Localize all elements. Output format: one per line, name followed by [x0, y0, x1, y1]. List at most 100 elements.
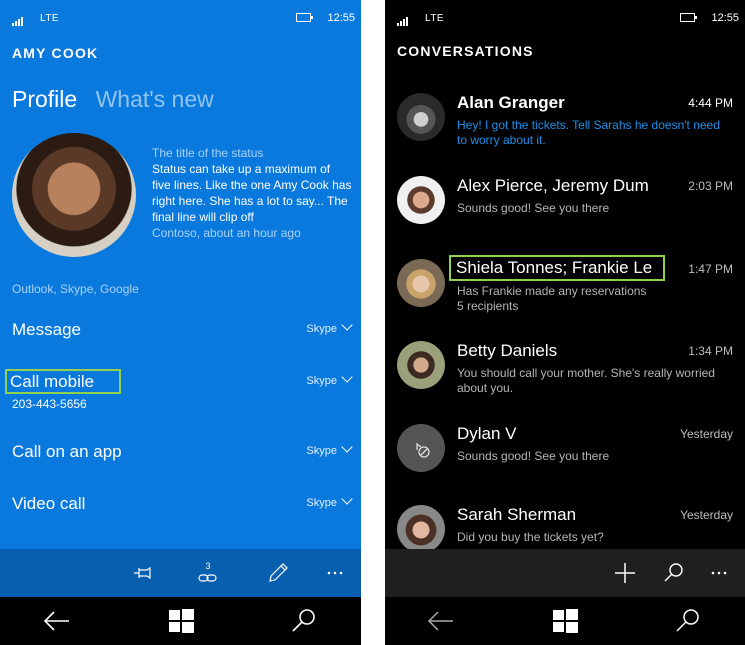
tab-profile[interactable]: Profile: [12, 86, 77, 112]
conversation-name: Betty Daniels: [457, 341, 558, 360]
conversation-time: 2:03 PM: [688, 179, 733, 193]
avatar: [397, 93, 445, 141]
phone-number: 203-443-5656: [12, 397, 87, 411]
signal-icon: [397, 14, 409, 26]
service-selector[interactable]: Skype: [306, 319, 353, 335]
chevron-down-icon: [341, 371, 353, 383]
windows-logo-icon: [169, 609, 194, 633]
contact-name-header: AMY COOK: [12, 45, 99, 61]
network-type: LTE: [425, 13, 445, 24]
contact-photo-avatar: [12, 133, 136, 257]
link-icon: [198, 574, 217, 582]
search-icon: [664, 563, 683, 582]
status-body: Status can take up a maximum of five lin…: [152, 162, 352, 224]
status-time: 12:55: [327, 12, 355, 24]
no-photo-icon: [416, 442, 430, 458]
search-button[interactable]: [657, 597, 717, 645]
chevron-down-icon: [341, 493, 353, 505]
search-button[interactable]: [653, 549, 693, 597]
conversation-time: 4:44 PM: [688, 96, 733, 110]
avatar: [397, 505, 445, 553]
app-bar: [385, 549, 745, 597]
page-title: CONVERSATIONS: [397, 43, 534, 59]
conversation-item[interactable]: Alan Granger 4:44 PM Hey! I got the tick…: [385, 93, 745, 173]
conversation-name: Alex Pierce, Jeremy Dum: [457, 176, 649, 195]
more-dots-icon: [327, 571, 343, 575]
conversation-item[interactable]: Alex Pierce, Jeremy Dum 2:03 PM Sounds g…: [385, 176, 745, 256]
conversation-name: Alan Granger: [457, 93, 565, 112]
conversation-time: 1:34 PM: [688, 344, 733, 358]
conversation-item[interactable]: Dylan V Yesterday Sounds good! See you t…: [385, 424, 745, 504]
start-button[interactable]: [535, 597, 595, 645]
search-icon: [676, 609, 699, 632]
action-video-call[interactable]: Video call Skype: [12, 493, 353, 514]
tab-whats-new[interactable]: What's new: [96, 86, 214, 112]
link-button[interactable]: 3: [188, 549, 228, 597]
service-selector[interactable]: Skype: [306, 371, 353, 387]
more-dots-icon: [711, 571, 727, 575]
edit-button[interactable]: [258, 549, 298, 597]
plus-icon: [615, 563, 635, 583]
back-button[interactable]: [27, 597, 87, 645]
system-nav-bar: [385, 597, 745, 645]
action-label: Message: [12, 320, 81, 339]
action-call-mobile[interactable]: Call mobile Skype 203-443-5656: [4, 369, 353, 411]
service-selector[interactable]: Skype: [306, 441, 353, 457]
conversation-time: 1:47 PM: [688, 262, 733, 276]
contact-profile-screen: LTE 12:55 AMY COOK Profile What's new Th…: [0, 0, 361, 645]
battery-icon: [296, 13, 313, 22]
pivot-tabs: Profile What's new: [12, 86, 226, 113]
avatar: [397, 424, 445, 472]
start-button[interactable]: [151, 597, 211, 645]
conversation-preview: You should call your mother. She's reall…: [457, 366, 715, 395]
new-conversation-button[interactable]: [605, 549, 645, 597]
avatar: [397, 176, 445, 224]
status-bar: LTE 12:55: [0, 0, 361, 38]
battery-icon: [680, 13, 697, 22]
back-arrow-icon: [43, 611, 69, 631]
status-bar: LTE 12:55: [385, 0, 745, 38]
conversation-name: Shiela Tonnes; Frankie Le: [448, 255, 666, 281]
network-type: LTE: [40, 13, 60, 24]
conversation-name: Sarah Sherman: [457, 505, 577, 524]
search-button[interactable]: [273, 597, 333, 645]
conversation-preview: Sounds good! See you there: [457, 201, 610, 215]
conversation-preview: Has Frankie made any reservations 5 reci…: [457, 284, 725, 314]
back-arrow-icon: [427, 611, 453, 631]
action-label: Call mobile: [4, 369, 122, 394]
link-count-badge: 3: [205, 561, 211, 571]
status-time: 12:55: [711, 12, 739, 24]
service-selector[interactable]: Skype: [306, 493, 353, 509]
more-button[interactable]: [315, 549, 355, 597]
search-icon: [292, 609, 315, 632]
back-button[interactable]: [411, 597, 471, 645]
conversation-name: Dylan V: [457, 424, 517, 443]
status-title: The title of the status: [152, 146, 264, 160]
chevron-down-icon: [341, 441, 353, 453]
chevron-down-icon: [341, 319, 353, 331]
conversation-item[interactable]: Shiela Tonnes; Frankie Le 1:47 PM Has Fr…: [385, 255, 745, 339]
action-message[interactable]: Message Skype: [12, 319, 353, 340]
pencil-icon: [269, 563, 288, 582]
avatar: [397, 259, 445, 307]
conversation-time: Yesterday: [680, 508, 733, 522]
avatar: [397, 341, 445, 389]
conversation-preview: Sounds good! See you there: [457, 449, 610, 463]
conversation-preview: Did you buy the tickets yet?: [457, 530, 604, 544]
pin-icon: [134, 566, 151, 580]
pin-button[interactable]: [122, 549, 162, 597]
signal-icon: [12, 14, 24, 26]
recipient-count: 5 recipients: [457, 299, 519, 313]
app-bar: 3: [0, 549, 361, 597]
action-label: Video call: [12, 494, 86, 513]
conversation-preview: Hey! I got the tickets. Tell Sarahs he d…: [457, 118, 720, 147]
conversations-screen: LTE 12:55 CONVERSATIONS Alan Granger 4:4…: [385, 0, 745, 645]
linked-accounts-label: Outlook, Skype, Google: [12, 282, 139, 296]
status-update: The title of the status Status can take …: [152, 145, 352, 241]
windows-logo-icon: [553, 609, 578, 633]
status-meta: Contoso, about an hour ago: [152, 226, 301, 240]
conversation-item[interactable]: Betty Daniels 1:34 PM You should call yo…: [385, 341, 745, 421]
conversation-time: Yesterday: [680, 427, 733, 441]
action-call-on-app[interactable]: Call on an app Skype: [12, 441, 353, 462]
more-button[interactable]: [699, 549, 739, 597]
